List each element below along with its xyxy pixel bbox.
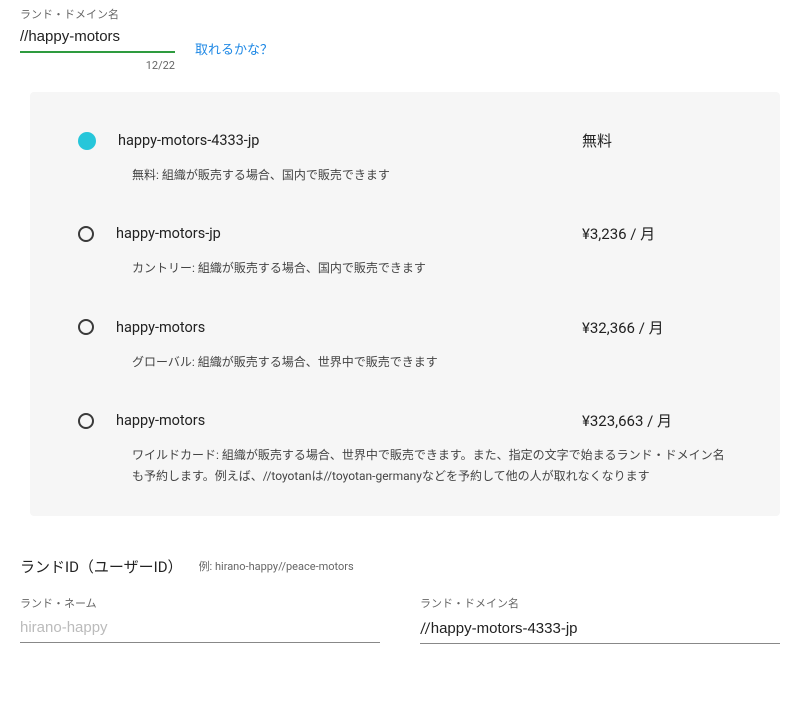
plan-option-desc: 無料: 組織が販売する場合、国内で販売できます [132, 165, 732, 185]
plan-option-row[interactable]: happy-motors ¥32,366 / 月 [78, 317, 732, 338]
land-domain-prefix: // [420, 619, 431, 637]
plan-option-name: happy-motors-4333-jp [118, 132, 560, 149]
plan-option-name: happy-motors [116, 412, 560, 429]
plan-option: happy-motors ¥323,663 / 月ワイルドカード: 組織が販売する… [78, 410, 732, 486]
domain-input-counter: 12/22 [20, 59, 175, 72]
plan-option: happy-motors-jp ¥3,236 / 月カントリー: 組織が販売する場… [78, 223, 732, 278]
land-id-section: ランドID（ユーザーID） 例: hirano-happy//peace-mot… [0, 516, 800, 644]
plan-option-desc: ワイルドカード: 組織が販売する場合、世界中で販売できます。また、指定の文字で始… [132, 445, 732, 486]
radio-icon[interactable] [78, 319, 94, 335]
check-availability-link[interactable]: 取れるかな？ [195, 39, 273, 72]
plan-option-price: ¥3,236 / 月 [582, 223, 732, 244]
radio-icon[interactable] [78, 413, 94, 429]
land-domain-label: ランド・ドメイン名 [420, 595, 780, 611]
plan-option-desc: グローバル: 組織が販売する場合、世界中で販売できます [132, 352, 732, 372]
plan-option: happy-motors ¥32,366 / 月グローバル: 組織が販売する場合、… [78, 317, 732, 372]
land-name-label: ランド・ネーム [20, 595, 380, 611]
land-domain-field: ランド・ドメイン名 // [420, 595, 780, 644]
plan-option-row[interactable]: happy-motors-4333-jp 無料 [78, 130, 732, 151]
radio-icon[interactable] [78, 226, 94, 242]
domain-input[interactable] [20, 24, 175, 53]
radio-selected-icon[interactable] [78, 132, 96, 150]
land-id-title: ランドID（ユーザーID） [20, 556, 183, 577]
land-name-input[interactable] [20, 615, 380, 643]
plan-option: happy-motors-4333-jp 無料無料: 組織が販売する場合、国内で販… [78, 130, 732, 185]
plan-option-price: ¥32,366 / 月 [582, 317, 732, 338]
plan-option-desc: カントリー: 組織が販売する場合、国内で販売できます [132, 258, 732, 278]
plan-options-card: happy-motors-4333-jp 無料無料: 組織が販売する場合、国内で販… [30, 92, 780, 516]
land-id-example: 例: hirano-happy//peace-motors [199, 558, 354, 574]
plan-option-name: happy-motors-jp [116, 225, 560, 242]
domain-input-label: ランド・ドメイン名 [20, 6, 175, 22]
land-name-field: ランド・ネーム [20, 595, 380, 644]
land-domain-input[interactable] [431, 620, 780, 637]
domain-input-wrap: ランド・ドメイン名 12/22 [20, 6, 175, 72]
plan-option-name: happy-motors [116, 319, 560, 336]
land-domain-input-wrap[interactable]: // [420, 615, 780, 644]
plan-option-price: ¥323,663 / 月 [582, 410, 732, 431]
plan-option-price: 無料 [582, 130, 732, 151]
plan-option-row[interactable]: happy-motors ¥323,663 / 月 [78, 410, 732, 431]
plan-option-row[interactable]: happy-motors-jp ¥3,236 / 月 [78, 223, 732, 244]
